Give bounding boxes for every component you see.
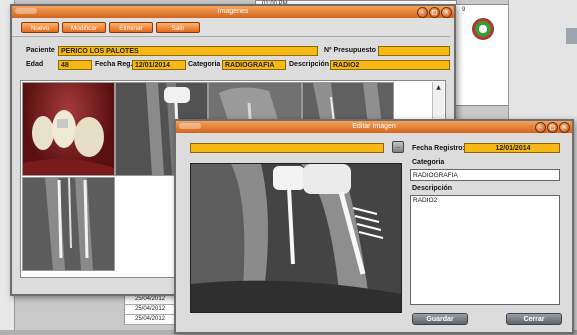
category-label: Categoria [412,159,445,166]
close-button[interactable]: Cerrar [506,313,562,325]
table-row: 25/04/2012 [125,305,181,315]
minimize-icon[interactable]: – [535,122,546,133]
category-label: Categoria [188,61,221,68]
minimize-icon[interactable]: – [417,7,428,18]
browse-button[interactable]: ... [392,141,404,153]
reg-date-field[interactable]: 12/01/2014 [132,60,186,70]
table-row: 25/04/2012 [125,295,181,305]
refresh-icon[interactable] [472,18,494,40]
edit-window-titlebar[interactable]: Editar Imagen – □ × [176,121,572,133]
bg-right-square [566,28,577,44]
patient-field[interactable]: PERICO LOS PALOTES [58,46,318,56]
reg-date-field[interactable]: 12/01/2014 [464,143,560,153]
description-field[interactable]: RADIO2 [330,60,450,70]
budget-label: Nº Presupuesto [324,47,376,54]
new-button[interactable]: Nuevo [21,22,59,33]
age-label: Edad [26,61,44,68]
main-xray-image [190,163,402,313]
bg-header-num: 9 [462,7,466,13]
scroll-up-icon[interactable]: ▲ [434,83,443,92]
thumbnail-xray-5[interactable] [22,177,115,271]
window-controls: – □ × [417,7,452,18]
close-icon[interactable]: × [559,122,570,133]
description-label: Descripción [412,185,453,192]
category-field[interactable]: RADIOGRAFIA [222,60,286,70]
titlebar-grip [15,8,37,14]
modify-button[interactable]: Modificar [62,22,106,33]
xray-5-image [23,178,114,270]
delete-button[interactable]: Eliminar [109,22,153,33]
category-field[interactable]: RADIOGRAFIA [410,169,560,181]
toolbar: Nuevo Modificar Eliminar Salir [12,18,450,37]
edit-image-window: Editar Imagen – □ × ... Fecha Registro: … [174,119,574,334]
description-label: Descripción [289,61,330,68]
images-window-titlebar[interactable]: Imagenes – □ × [12,6,454,18]
window-controls: – □ × [535,122,570,133]
images-window-title: Imagenes [217,8,249,15]
maximize-icon[interactable]: □ [547,122,558,133]
xray-main-svg [191,164,401,312]
close-icon[interactable]: × [441,7,452,18]
thumbnail-teeth-photo[interactable] [22,82,115,176]
exit-button[interactable]: Salir [156,22,200,33]
patient-label: Paciente [26,47,55,54]
edit-window-title: Editar Imagen [352,123,396,130]
image-path-field[interactable] [190,143,384,153]
description-field[interactable]: RADIO2 [410,195,560,305]
reg-date-label: Fecha Reg. [95,61,133,68]
teeth-photo-image [23,110,114,175]
budget-field[interactable] [378,46,450,56]
reg-date-label: Fecha Registro: [412,145,465,152]
save-button[interactable]: Guardar [412,313,468,325]
maximize-icon[interactable]: □ [429,7,440,18]
age-field[interactable]: 48 [58,60,92,70]
titlebar-grip [179,123,201,129]
table-row: 25/04/2012 [125,315,181,325]
